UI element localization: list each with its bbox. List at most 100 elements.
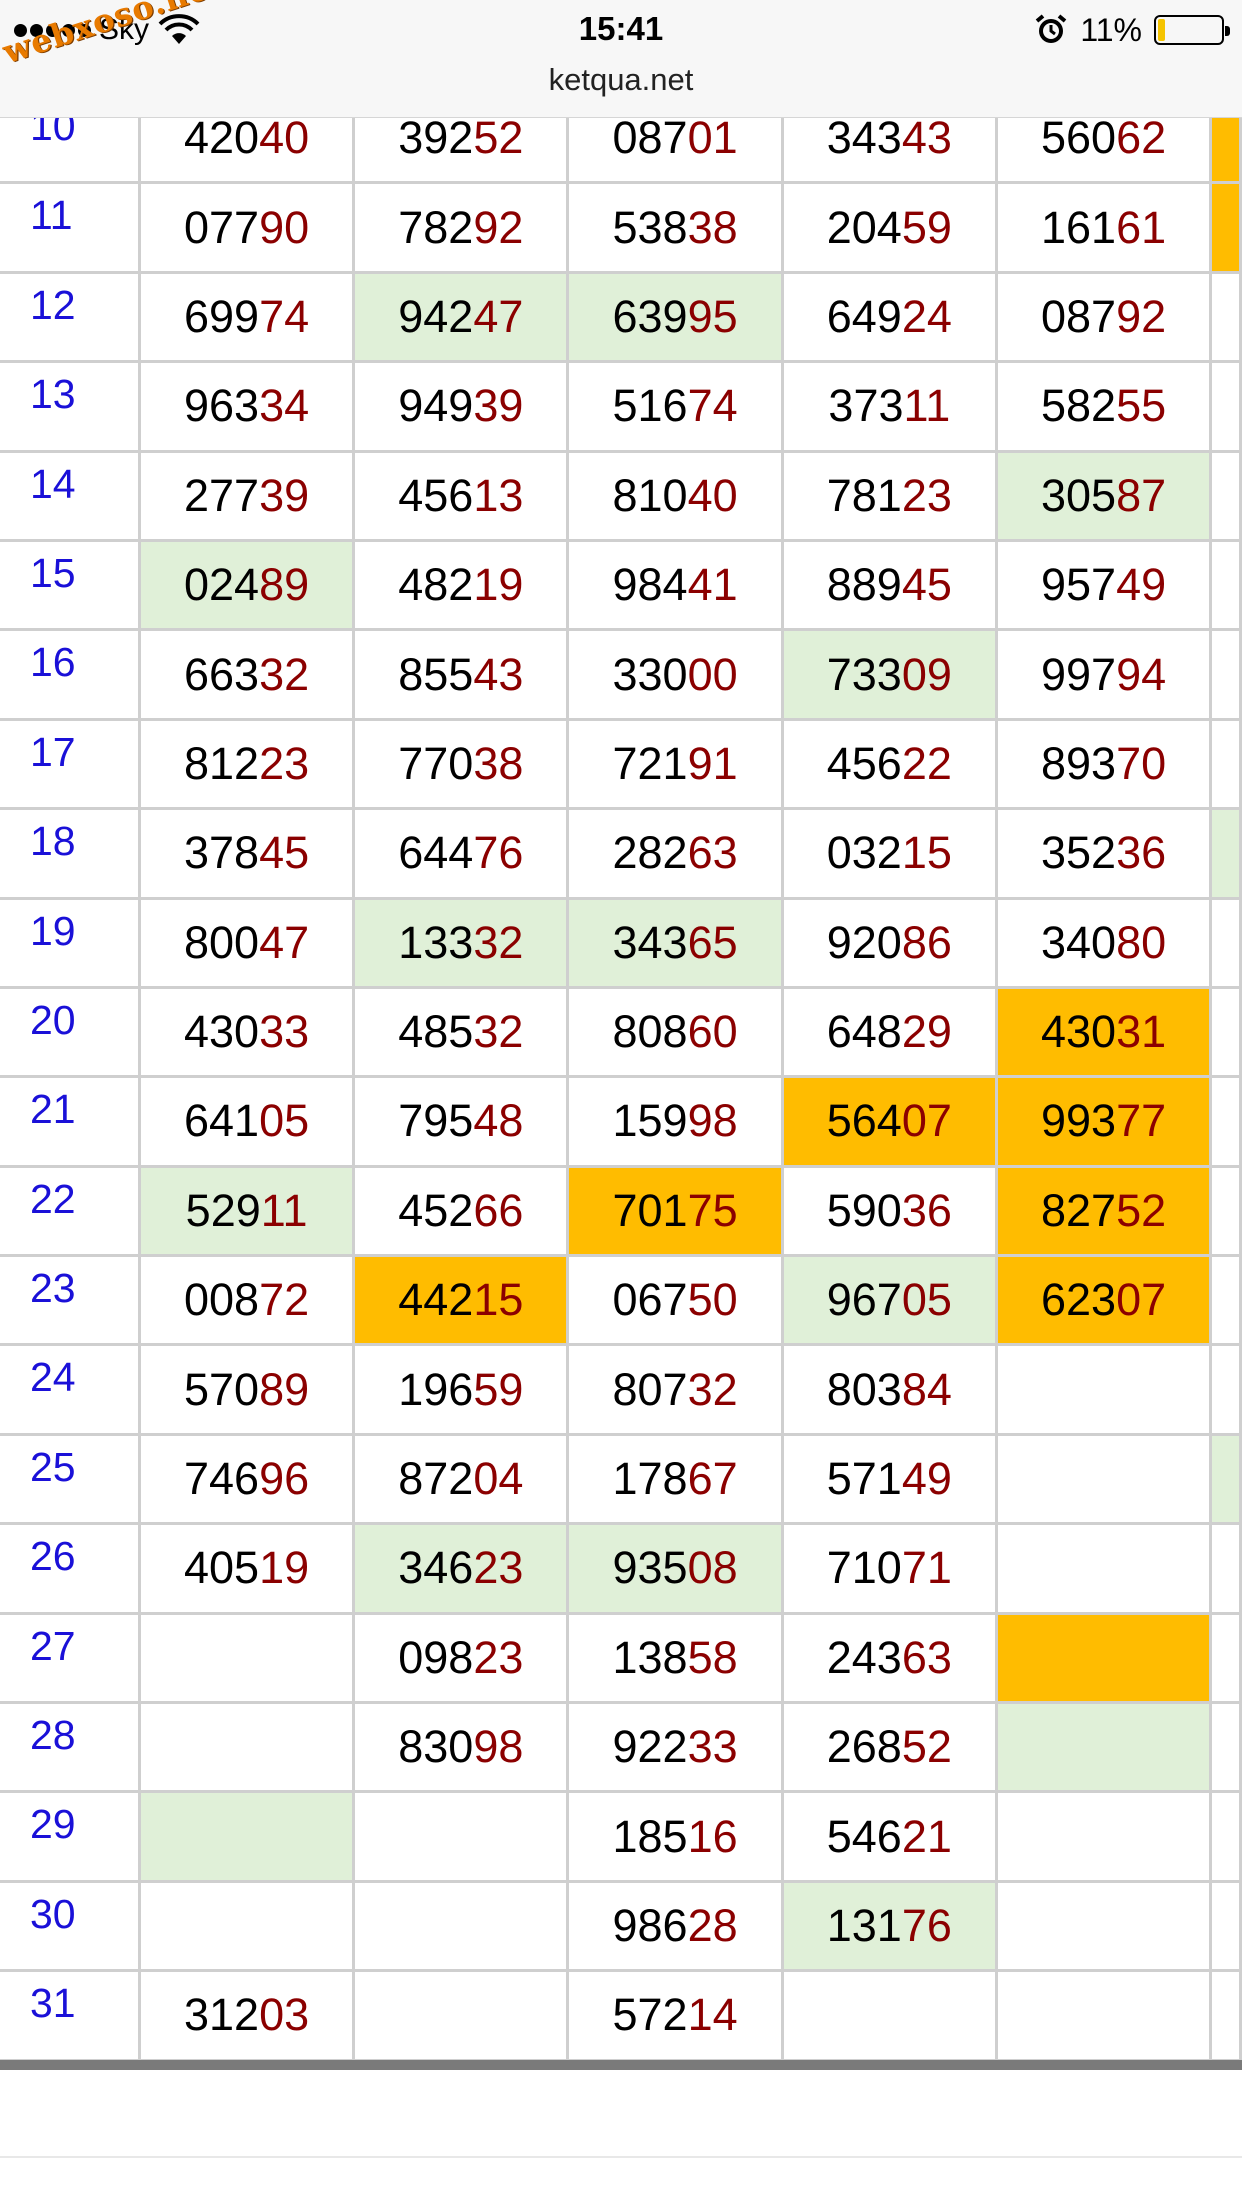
result-cell: 80047 [137, 896, 356, 989]
partial-column-cell [1209, 1343, 1242, 1436]
result-head-digits: 997 [1041, 648, 1117, 700]
result-tail-digits: 36 [901, 1184, 952, 1236]
result-tail-digits: 59 [901, 201, 952, 253]
result-cell: 19659 [352, 1343, 570, 1436]
result-head-digits: 430 [184, 1006, 260, 1058]
result-head-digits: 942 [398, 290, 474, 342]
result-head-digits: 984 [612, 559, 688, 611]
result-cell: 27739 [137, 449, 356, 542]
result-tail-digits: 07 [1116, 1274, 1167, 1326]
result-cell: 13858 [566, 1611, 784, 1705]
day-number-cell: 15 [0, 538, 141, 632]
result-head-digits: 807 [612, 1363, 688, 1415]
day-number-cell: 31 [0, 1969, 141, 2062]
result-head-digits: 087 [612, 118, 688, 164]
result-head-digits: 373 [828, 380, 904, 432]
result-cell: 88945 [780, 538, 998, 632]
result-tail-digits: 36 [1116, 827, 1167, 879]
result-head-digits: 590 [826, 1184, 902, 1236]
result-head-digits: 087 [1041, 290, 1117, 342]
result-head-digits: 032 [826, 827, 902, 879]
result-tail-digits: 33 [687, 1721, 738, 1773]
result-cell: 43033 [137, 985, 356, 1079]
result-tail-digits: 43 [901, 118, 952, 164]
result-tail-digits: 43 [473, 648, 524, 700]
day-number-cell: 25 [0, 1432, 141, 1526]
result-tail-digits: 39 [473, 380, 524, 432]
status-right: 11% [1034, 12, 1230, 48]
result-tail-digits: 21 [901, 1810, 952, 1862]
result-cell: 35236 [994, 807, 1213, 900]
address-bar-url[interactable]: ketqua.net [0, 62, 1242, 98]
result-cell [137, 1879, 356, 1973]
result-cell [994, 1343, 1213, 1436]
results-table-container[interactable]: 10 42040 39252 08701 34343 56062 11 07790 78292 5… [0, 118, 1242, 2064]
result-cell: 20459 [780, 181, 998, 274]
result-tail-digits: 32 [259, 648, 310, 700]
result-tail-digits: 11 [260, 1184, 308, 1236]
partial-column-cell [1209, 1611, 1242, 1705]
partial-column-cell [1209, 538, 1242, 632]
result-tail-digits: 48 [473, 1095, 524, 1147]
result-head-digits: 810 [612, 469, 688, 521]
result-tail-digits: 98 [473, 1721, 524, 1773]
result-tail-digits: 70 [1116, 737, 1167, 789]
result-cell [994, 1790, 1213, 1883]
result-tail-digits: 03 [259, 1989, 310, 2041]
result-tail-digits: 63 [687, 827, 738, 879]
result-head-digits: 893 [1041, 737, 1117, 789]
result-tail-digits: 38 [473, 737, 524, 789]
result-cell: 64924 [780, 270, 998, 364]
table-row: 26 40519 34623 93508 71071 [0, 1522, 1242, 1615]
result-head-digits: 648 [826, 1006, 902, 1058]
result-tail-digits: 89 [259, 1363, 310, 1415]
page-bottom-area [0, 2070, 1242, 2208]
result-head-digits: 442 [398, 1274, 474, 1326]
result-cell: 63995 [566, 270, 784, 364]
result-head-digits: 067 [612, 1274, 688, 1326]
result-cell [352, 1969, 570, 2062]
result-tail-digits: 19 [259, 1542, 310, 1594]
result-head-digits: 781 [826, 469, 902, 521]
result-tail-digits: 92 [473, 201, 524, 253]
result-tail-digits: 77 [1116, 1095, 1167, 1147]
result-head-digits: 949 [398, 380, 474, 432]
result-cell: 45613 [352, 449, 570, 542]
result-tail-digits: 00 [687, 648, 738, 700]
result-cell: 80384 [780, 1343, 998, 1436]
result-tail-digits: 47 [259, 916, 310, 968]
result-cell: 72191 [566, 717, 784, 811]
table-row: 29 18516 54621 [0, 1790, 1242, 1883]
partial-column-cell [1209, 717, 1242, 811]
result-cell: 39252 [352, 118, 570, 185]
result-cell [994, 1701, 1213, 1794]
result-head-digits: 570 [184, 1363, 260, 1415]
result-cell: 43031 [994, 985, 1213, 1079]
partial-column-cell [1209, 1164, 1242, 1258]
partial-column-cell [1209, 1969, 1242, 2062]
result-head-digits: 538 [612, 201, 688, 253]
result-head-digits: 649 [826, 290, 902, 342]
result-tail-digits: 74 [687, 380, 738, 432]
result-cell: 37845 [137, 807, 356, 900]
table-row: 24 57089 19659 80732 80384 [0, 1343, 1242, 1436]
result-cell: 30587 [994, 449, 1213, 542]
result-tail-digits: 86 [901, 916, 952, 968]
result-head-digits: 378 [184, 827, 260, 879]
result-cell: 45622 [780, 717, 998, 811]
result-cell [994, 1879, 1213, 1973]
result-head-digits: 830 [398, 1721, 474, 1773]
result-cell [137, 1611, 356, 1705]
result-head-digits: 138 [612, 1631, 688, 1683]
result-tail-digits: 76 [473, 827, 524, 879]
result-cell: 93508 [566, 1522, 784, 1615]
result-head-digits: 420 [184, 118, 260, 164]
result-cell: 28263 [566, 807, 784, 900]
day-number-cell: 14 [0, 449, 141, 542]
result-tail-digits: 61 [1116, 201, 1167, 253]
result-cell [780, 1969, 998, 2062]
result-tail-digits: 91 [687, 737, 738, 789]
day-number-cell: 24 [0, 1343, 141, 1436]
result-head-digits: 803 [826, 1363, 902, 1415]
result-tail-digits: 94 [1116, 648, 1167, 700]
